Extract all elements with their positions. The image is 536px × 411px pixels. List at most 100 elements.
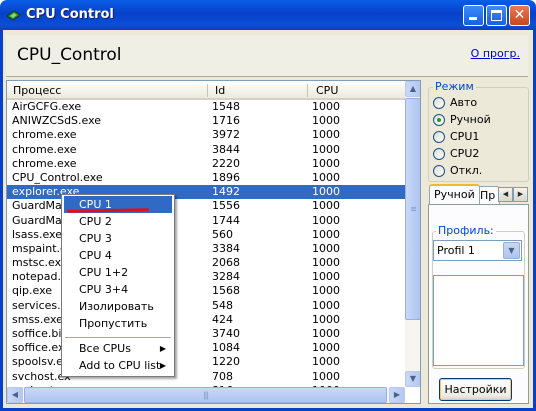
- profile-cpu-listbox[interactable]: [433, 275, 524, 366]
- cpu-chip-icon: [6, 10, 21, 21]
- process-cpu-cell: 1000: [312, 199, 340, 213]
- radio-circle-icon[interactable]: [433, 165, 445, 177]
- menu-item-cpu1-2[interactable]: CPU 1+2: [64, 264, 172, 281]
- scroll-right-button[interactable]: ▶: [389, 387, 405, 403]
- menu-item-cpu2[interactable]: CPU 2: [64, 213, 172, 230]
- process-name-cell: chrome.exe: [12, 142, 77, 156]
- column-header-cpu[interactable]: CPU: [316, 84, 338, 97]
- close-icon: ✕: [513, 7, 526, 23]
- menu-item-cpu4[interactable]: CPU 4: [64, 247, 172, 264]
- column-header-id[interactable]: Id: [215, 84, 225, 97]
- minimize-button[interactable]: [463, 5, 484, 26]
- process-cpu-cell: 1000: [312, 241, 340, 255]
- menu-separator: [65, 337, 171, 338]
- mode-radio-label: Авто: [450, 96, 478, 109]
- process-id-cell: 1568: [212, 284, 240, 298]
- process-id-cell: 708: [212, 369, 233, 383]
- profile-select[interactable]: Profil 1 ▼: [433, 240, 522, 261]
- process-id-cell: 3844: [212, 142, 240, 156]
- process-id-cell: 1556: [212, 199, 240, 213]
- process-name-cell: mstsc.exe: [12, 256, 68, 270]
- column-header-process[interactable]: Процесс: [13, 84, 61, 97]
- process-name-cell: AirGCFG.exe: [12, 100, 82, 113]
- process-cpu-cell: 1000: [312, 341, 340, 355]
- submenu-arrow-icon: ▶: [159, 361, 166, 370]
- process-name-cell: services.e: [12, 298, 68, 312]
- process-id-cell: 424: [212, 312, 233, 326]
- table-row[interactable]: ANIWZCSdS.exe 1716 1000: [7, 114, 405, 128]
- tab-scroll-left-icon[interactable]: ◀: [498, 187, 513, 202]
- process-name-cell: chrome.exe: [12, 156, 77, 170]
- process-name-cell: soffice.bin: [12, 327, 69, 340]
- menu-item-all-cpus[interactable]: Все CPUs ▶: [64, 340, 172, 357]
- process-name-cell: CPU_Control.exe: [12, 170, 103, 184]
- process-name-cell: chrome.exe: [12, 128, 77, 142]
- menu-item-cpu3[interactable]: CPU 3: [64, 230, 172, 247]
- scroll-down-button[interactable]: ▼: [405, 371, 420, 387]
- process-id-cell: 3384: [212, 241, 240, 255]
- tab-scroll-right-icon[interactable]: ▶: [513, 187, 528, 202]
- page-title: CPU_Control: [17, 45, 122, 65]
- settings-button[interactable]: Настройки: [439, 378, 512, 401]
- process-name-cell: ANIWZCSdS.exe: [12, 114, 102, 128]
- menu-item-cpu3-4[interactable]: CPU 3+4: [64, 281, 172, 298]
- table-row[interactable]: AirGCFG.exe 1548 1000: [7, 100, 405, 114]
- radio-circle-icon[interactable]: [433, 97, 445, 109]
- context-menu: CPU 1 CPU 2 CPU 3 CPU 4 CPU 1+2 CPU 3+4 …: [61, 194, 175, 377]
- menu-item-isolate[interactable]: Изолировать: [64, 298, 172, 315]
- radio-circle-icon[interactable]: [433, 148, 445, 160]
- close-button[interactable]: ✕: [509, 5, 530, 26]
- process-name-cell: lsass.exe: [12, 227, 62, 241]
- table-row[interactable]: chrome.exe 3972 1000: [7, 128, 405, 142]
- process-name-cell: GuardMail: [12, 199, 68, 213]
- table-row[interactable]: CPU_Control.exe 1896 1000: [7, 171, 405, 185]
- process-cpu-cell: 1000: [312, 298, 340, 312]
- process-id-cell: 1896: [212, 170, 240, 184]
- process-cpu-cell: 1000: [312, 128, 340, 142]
- window-title: CPU Control: [26, 7, 114, 22]
- title-bar[interactable]: CPU Control ✕: [0, 0, 536, 30]
- menu-item-add-to-cpu-list[interactable]: Add to CPU list ▶: [64, 357, 172, 374]
- process-cpu-cell: 1000: [312, 114, 340, 128]
- process-cpu-cell: 1000: [312, 270, 340, 284]
- process-cpu-cell: 1000: [312, 170, 340, 184]
- process-name-cell: qip.exe: [12, 284, 53, 298]
- radio-circle-icon[interactable]: [433, 131, 445, 143]
- mode-group-title: Режим: [433, 80, 476, 93]
- process-id-cell: 2220: [212, 156, 240, 170]
- maximize-button[interactable]: [486, 5, 507, 26]
- process-id-cell: 1492: [212, 185, 240, 199]
- mode-radio-label: CPU2: [450, 147, 480, 160]
- process-id-cell: 1084: [212, 341, 240, 355]
- vertical-scroll-thumb[interactable]: ≡: [405, 98, 420, 320]
- table-row[interactable]: chrome.exe 3844 1000: [7, 143, 405, 157]
- vertical-scrollbar[interactable]: ▲ ≡ ▼: [405, 81, 420, 387]
- process-id-cell: 3284: [212, 270, 240, 284]
- process-cpu-cell: 1000: [312, 213, 340, 227]
- process-id-cell: 3740: [212, 327, 240, 340]
- profile-select-value: Profil 1: [437, 244, 475, 257]
- about-link[interactable]: О прогр.: [471, 47, 520, 60]
- process-id-cell: 548: [212, 298, 233, 312]
- chevron-down-icon[interactable]: ▼: [503, 242, 520, 259]
- grip-icon: |||: [202, 390, 209, 400]
- process-id-cell: 1744: [212, 213, 240, 227]
- column-divider[interactable]: [307, 84, 308, 97]
- header-panel: CPU_Control О прогр.: [6, 35, 528, 77]
- horizontal-scroll-thumb[interactable]: |||: [24, 387, 387, 403]
- process-id-cell: 1220: [212, 355, 240, 369]
- column-divider[interactable]: [207, 84, 208, 97]
- process-name-cell: GuardMail: [12, 213, 68, 227]
- tab-manual[interactable]: Ручной: [429, 184, 480, 204]
- menu-item-skip[interactable]: Пропустить: [64, 315, 172, 332]
- horizontal-scrollbar[interactable]: ◀ ||| ▶: [7, 387, 405, 403]
- scroll-up-button[interactable]: ▲: [405, 81, 420, 97]
- process-cpu-cell: 1000: [312, 156, 340, 170]
- process-id-cell: 3972: [212, 128, 240, 142]
- radio-circle-icon[interactable]: [433, 114, 445, 126]
- profile-group-title: Профиль:: [436, 224, 496, 237]
- column-header-row: Процесс Id CPU: [7, 81, 405, 100]
- minimize-icon: [469, 17, 477, 20]
- table-row[interactable]: chrome.exe 2220 1000: [7, 157, 405, 171]
- scroll-left-button[interactable]: ◀: [7, 387, 23, 403]
